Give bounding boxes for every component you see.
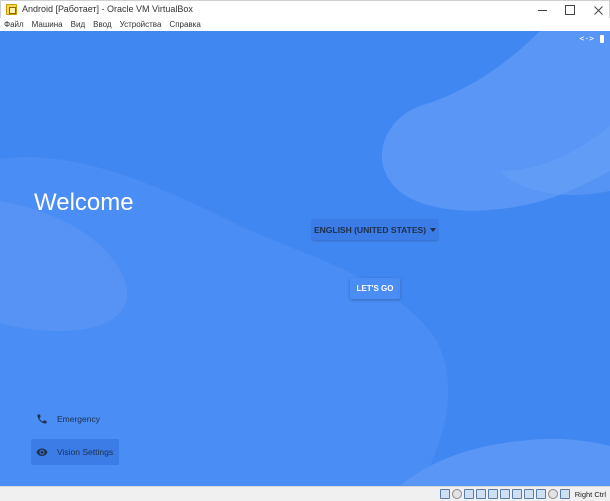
usb-icon[interactable] [487,489,498,499]
dropdown-arrow-icon [430,227,437,232]
close-button[interactable] [582,1,610,19]
menu-view[interactable]: Вид [71,18,85,31]
vision-settings-button[interactable]: Vision Settings [31,439,119,465]
menu-machine[interactable]: Машина [32,18,63,31]
window-title: Android [Работает] - Oracle VM VirtualBo… [22,4,193,14]
welcome-title: Welcome [34,189,134,216]
menu-bar: Файл Машина Вид Ввод Устройства Справка [0,18,610,31]
close-icon [593,5,603,15]
status-tray: Right Ctrl [439,489,606,499]
keyboard-icon[interactable] [559,489,570,499]
mouse-integration-icon[interactable] [535,489,546,499]
phone-icon [36,413,48,425]
language-label: ENGLISH (UNITED STATES) [313,224,427,235]
optical-drive-icon[interactable] [451,489,462,499]
menu-devices[interactable]: Устройства [120,18,162,31]
menu-help[interactable]: Справка [169,18,200,31]
guest-status-bar: <·> [580,34,604,43]
harddisk-icon[interactable] [439,489,450,499]
window-titlebar[interactable]: Android [Работает] - Oracle VM VirtualBo… [0,0,610,18]
guest-screen[interactable]: <·> Welcome ENGLISH (UNITED STATES) LET'… [0,31,610,486]
lets-go-button[interactable]: LET'S GO [350,278,400,299]
video-capture-icon[interactable] [523,489,534,499]
host-key-label: Right Ctrl [574,489,606,499]
audio-icon[interactable] [463,489,474,499]
shared-folders-icon[interactable] [499,489,510,499]
vm-status-bar: Right Ctrl [0,486,610,501]
network-icon[interactable] [475,489,486,499]
display-icon[interactable] [511,489,522,499]
code-icon: <·> [579,34,594,43]
menu-file[interactable]: Файл [4,18,24,31]
lets-go-label: LET'S GO [356,284,394,293]
emergency-button[interactable]: Emergency [31,407,119,431]
virtualbox-icon [6,4,17,15]
emergency-label: Emergency [57,414,100,424]
battery-icon [600,34,604,43]
eye-icon [36,446,48,458]
cpu-icon[interactable] [547,489,558,499]
vision-settings-label: Vision Settings [57,447,114,457]
menu-input[interactable]: Ввод [93,18,111,31]
language-selector-button[interactable]: ENGLISH (UNITED STATES) [312,219,438,240]
